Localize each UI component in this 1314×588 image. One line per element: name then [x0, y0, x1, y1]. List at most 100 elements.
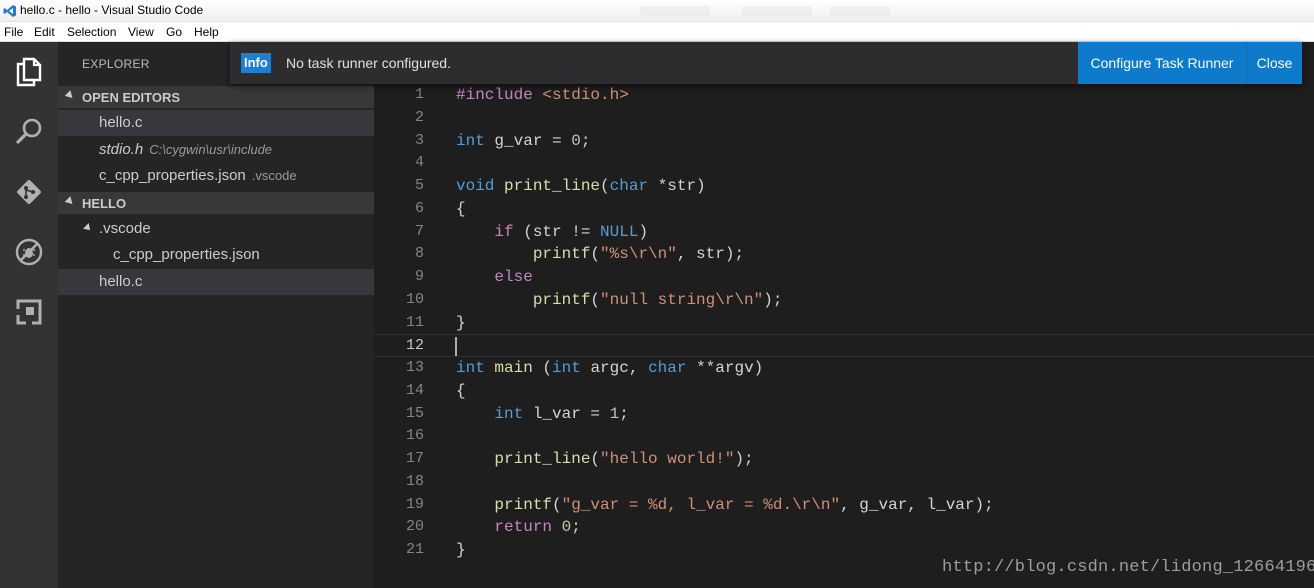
menu-selection[interactable]: Selection	[67, 25, 116, 39]
line-number: 20	[405, 518, 424, 535]
extensions-activity[interactable]	[0, 287, 58, 337]
line-number: 15	[405, 405, 424, 422]
line-code: printf("null string\r\n");	[532, 291, 783, 309]
line-number: 10	[405, 291, 424, 308]
menu-file[interactable]: File	[4, 25, 23, 39]
code-line[interactable]: 13 int main (int argc, char **argv)	[374, 357, 1314, 380]
line-code: printf("%s\r\n", str);	[532, 245, 745, 263]
info-notification: Info No task runner configured. Configur…	[230, 42, 1302, 84]
watermark-url: http://blog.csdn.net/lidong_12664196	[942, 558, 1314, 577]
activity-bar	[0, 42, 58, 588]
menu-edit[interactable]: Edit	[34, 25, 55, 39]
line-code: }	[456, 314, 466, 332]
close-notification-button[interactable]: Close	[1246, 42, 1302, 84]
code-line[interactable]: 3 int g_var = 0;	[374, 130, 1314, 153]
search-activity[interactable]	[0, 107, 58, 157]
line-code: int main (int argc, char **argv)	[456, 359, 764, 377]
workspace-label: HELLO	[82, 196, 127, 211]
git-icon	[17, 180, 41, 204]
line-number: 14	[405, 382, 424, 399]
line-number: 7	[414, 223, 424, 240]
info-badge: Info	[241, 53, 271, 73]
debug-icon	[15, 238, 43, 266]
code-line[interactable]: 2	[374, 107, 1314, 130]
debug-activity[interactable]	[0, 227, 58, 277]
line-code: void print_line(char *str)	[456, 177, 706, 195]
files-icon	[16, 57, 42, 87]
open-editor-item[interactable]: c_cpp_properties.json .vscode	[58, 163, 374, 189]
title-bar: hello.c - hello - Visual Studio Code	[0, 0, 1314, 22]
line-code: }	[456, 541, 466, 559]
line-code: else	[494, 268, 533, 286]
open-editor-name: c_cpp_properties.json	[99, 167, 246, 184]
file-item[interactable]: hello.c	[58, 269, 374, 295]
line-number: 12	[405, 337, 424, 354]
code-line[interactable]: 4	[374, 152, 1314, 175]
line-number: 2	[414, 109, 424, 126]
text-cursor	[455, 337, 457, 356]
notification-message: No task runner configured.	[286, 55, 451, 71]
open-editor-path: C:\cygwin\usr\include	[149, 142, 273, 157]
code-line[interactable]: 19 printf("g_var = %d, l_var = %d.\r\n",…	[374, 494, 1314, 517]
line-number: 3	[414, 132, 424, 149]
blurred-title-area	[640, 6, 710, 16]
line-number: 19	[405, 496, 424, 513]
configure-task-runner-button[interactable]: Configure Task Runner	[1078, 42, 1246, 84]
extensions-icon	[16, 299, 42, 325]
blurred-title-area	[742, 6, 812, 16]
folder-item[interactable]: .vscode	[58, 216, 374, 242]
line-number: 8	[414, 245, 424, 262]
current-code-line[interactable]: 12	[374, 334, 1314, 357]
line-number: 16	[405, 427, 424, 444]
line-number: 6	[414, 200, 424, 217]
code-line[interactable]: 16	[374, 425, 1314, 448]
line-code: printf("g_var = %d, l_var = %d.\r\n", g_…	[494, 496, 994, 514]
menu-view[interactable]: View	[128, 25, 154, 39]
line-code: int g_var = 0;	[456, 132, 591, 150]
line-number: 1	[414, 86, 424, 103]
line-number: 5	[414, 177, 424, 194]
search-icon	[16, 118, 42, 144]
code-line[interactable]: 20 return 0;	[374, 516, 1314, 539]
line-number: 18	[405, 473, 424, 490]
line-number: 4	[414, 154, 424, 171]
open-editor-path: .vscode	[251, 168, 297, 183]
open-editor-item[interactable]: hello.c	[58, 110, 374, 136]
code-line[interactable]: 1 #include <stdio.h>	[374, 84, 1314, 107]
code-line[interactable]: 9 else	[374, 266, 1314, 289]
code-line[interactable]: 5 void print_line(char *str)	[374, 175, 1314, 198]
file-item[interactable]: c_cpp_properties.json	[58, 242, 374, 268]
vscode-logo-icon	[3, 5, 16, 17]
code-line[interactable]: 18	[374, 471, 1314, 494]
open-editors-header[interactable]: OPEN EDITORS	[58, 86, 374, 108]
menu-help[interactable]: Help	[194, 25, 219, 39]
line-number: 9	[414, 268, 424, 285]
menu-go[interactable]: Go	[166, 25, 182, 39]
workspace-header[interactable]: HELLO	[58, 192, 374, 214]
code-line[interactable]: 10 printf("null string\r\n");	[374, 289, 1314, 312]
folder-name: .vscode	[99, 220, 151, 237]
code-line[interactable]: 8 printf("%s\r\n", str);	[374, 243, 1314, 266]
chevron-down-icon	[83, 223, 93, 233]
explorer-sidebar: EXPLORER OPEN EDITORS hello.c stdio.h C:\…	[58, 42, 374, 588]
code-line[interactable]: 7 if (str != NULL)	[374, 221, 1314, 244]
open-editor-item[interactable]: stdio.h C:\cygwin\usr\include	[58, 137, 374, 163]
line-code: #include <stdio.h>	[456, 86, 629, 104]
chevron-down-icon	[64, 90, 76, 101]
file-name: c_cpp_properties.json	[113, 246, 260, 263]
code-line[interactable]: 17 print_line("hello world!");	[374, 448, 1314, 471]
code-line[interactable]: 14 {	[374, 380, 1314, 403]
code-line[interactable]: 15 int l_var = 1;	[374, 403, 1314, 426]
line-number: 11	[405, 314, 424, 331]
code-line[interactable]: 6{	[374, 198, 1314, 221]
line-code: int l_var = 1;	[494, 405, 629, 423]
line-code: if (str != NULL)	[494, 223, 649, 241]
code-line[interactable]: 11}	[374, 312, 1314, 335]
open-editor-name: stdio.h	[99, 141, 144, 158]
chevron-down-icon	[64, 196, 76, 207]
open-editors-label: OPEN EDITORS	[82, 90, 181, 105]
code-editor[interactable]: 1 #include <stdio.h> 2 3 int g_var = 0; 4 …	[374, 42, 1314, 588]
line-code: print_line("hello world!");	[494, 450, 754, 468]
git-activity[interactable]	[0, 167, 58, 217]
explorer-activity[interactable]	[0, 47, 58, 97]
